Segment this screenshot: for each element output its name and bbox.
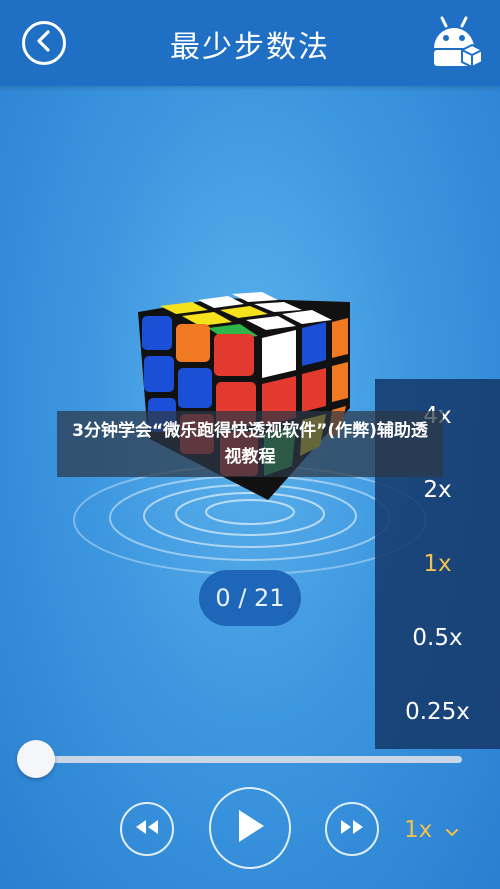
speed-option-0-5x[interactable]: 0.5x bbox=[375, 625, 500, 651]
rewind-button[interactable] bbox=[120, 802, 174, 856]
speed-selector[interactable]: 1x bbox=[404, 815, 484, 845]
move-counter-text: 0 / 21 bbox=[215, 584, 285, 612]
speed-option-2x[interactable]: 2x bbox=[375, 477, 500, 503]
android-robot-icon bbox=[428, 16, 483, 76]
speed-option-1x[interactable]: 1x bbox=[375, 551, 500, 577]
speed-selector-label: 1x bbox=[404, 817, 433, 843]
progress-slider-handle[interactable] bbox=[17, 740, 55, 778]
overlay-caption-text: 3分钟学会“微乐跑得快透视软件”(作弊)辅助透视教程 bbox=[72, 421, 428, 467]
fast-forward-icon bbox=[338, 818, 366, 840]
progress-slider-track[interactable] bbox=[34, 756, 462, 763]
move-counter: 0 / 21 bbox=[199, 570, 301, 626]
top-bar: 最少步数法 bbox=[0, 0, 500, 86]
page-title: 最少步数法 bbox=[170, 30, 330, 65]
app-screen: 最少步数法 0 / 21 2x 1x 0.5x 0.25x 3分钟学会“微乐跑得… bbox=[0, 0, 500, 889]
fast-forward-button[interactable] bbox=[325, 802, 379, 856]
chevron-down-icon bbox=[446, 817, 459, 843]
rewind-icon bbox=[133, 818, 161, 840]
overlay-caption: 3分钟学会“微乐跑得快透视软件”(作弊)辅助透视教程 bbox=[57, 411, 443, 477]
robot-solver-button[interactable] bbox=[428, 14, 483, 72]
play-button[interactable] bbox=[209, 787, 291, 869]
play-icon bbox=[233, 807, 267, 849]
speed-option-0-25x[interactable]: 0.25x bbox=[375, 699, 500, 725]
